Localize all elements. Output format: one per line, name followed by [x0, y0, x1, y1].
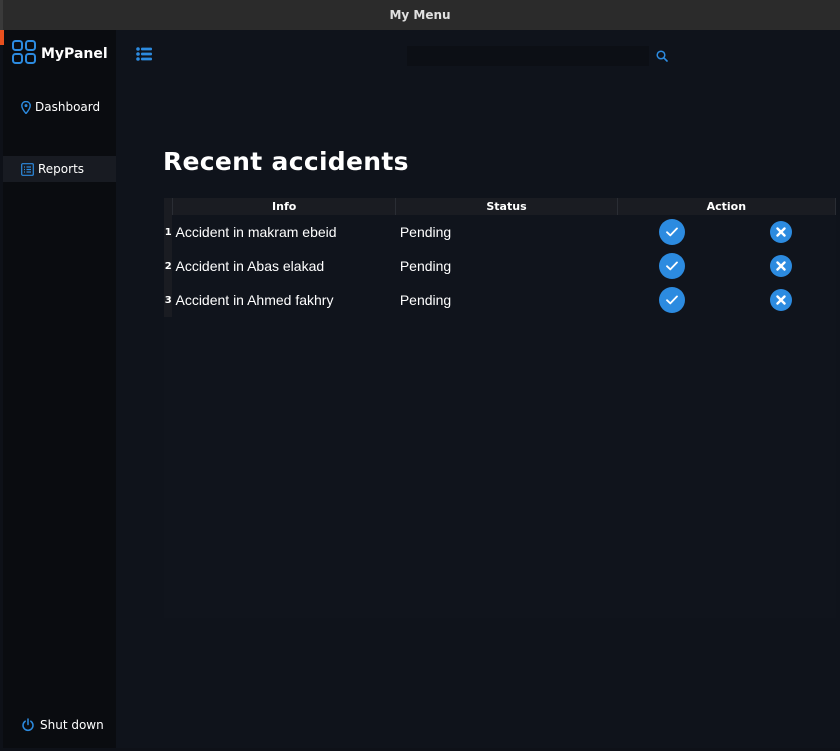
reject-cell	[726, 249, 835, 283]
approve-button[interactable]	[658, 253, 685, 279]
column-header-info: Info	[172, 198, 397, 215]
approve-cell	[617, 283, 726, 317]
close-icon	[776, 227, 786, 237]
close-icon	[776, 261, 786, 271]
table-row[interactable]: 2 Accident in Abas elakad Pending	[164, 249, 836, 283]
reject-cell	[726, 283, 835, 317]
checkmark-icon	[665, 261, 678, 271]
reject-button[interactable]	[769, 255, 792, 277]
checkmark-icon	[665, 295, 678, 305]
approve-cell	[617, 215, 726, 249]
row-status: Pending	[399, 224, 452, 240]
row-info: Accident in Ahmed fakhry	[175, 292, 334, 308]
titlebar-edge	[0, 0, 3, 30]
sidebar: MyPanel Dashboard Reports Shut down	[3, 30, 116, 748]
approve-button[interactable]	[658, 287, 685, 313]
list-icon	[21, 162, 34, 176]
accidents-table: Info Status Action 1 Accident in makram …	[164, 198, 837, 618]
reject-button[interactable]	[769, 289, 792, 311]
header-index-cell	[164, 198, 174, 215]
row-index: 3	[164, 283, 173, 317]
window-title: My Menu	[389, 8, 451, 22]
map-pin-icon	[21, 100, 31, 114]
table-header-row: Info Status Action	[164, 198, 837, 215]
shutdown-label: Shut down	[40, 718, 104, 732]
reject-cell	[726, 215, 835, 249]
brand-label: MyPanel	[41, 46, 108, 62]
column-header-status: Status	[395, 198, 618, 215]
column-header-action: Action	[617, 198, 837, 215]
sidebar-item-reports[interactable]: Reports	[3, 156, 116, 182]
reject-button[interactable]	[769, 221, 792, 243]
menu-toggle-icon[interactable]	[136, 46, 152, 65]
close-icon	[776, 295, 786, 305]
power-icon	[21, 718, 35, 732]
row-index: 2	[164, 249, 173, 283]
row-status: Pending	[399, 292, 452, 308]
row-status: Pending	[399, 258, 452, 274]
row-info: Accident in Abas elakad	[175, 258, 325, 274]
checkmark-icon	[665, 227, 678, 237]
search-icon[interactable]	[656, 47, 668, 66]
window-titlebar: My Menu	[0, 0, 840, 31]
grid-logo-icon	[12, 40, 36, 68]
sidebar-item-label: Dashboard	[35, 100, 101, 114]
search-input[interactable]	[407, 46, 649, 66]
row-index: 1	[164, 215, 173, 249]
table-row[interactable]: 3 Accident in Ahmed fakhry Pending	[164, 283, 836, 317]
sidebar-item-label: Reports	[38, 162, 85, 176]
window-edge-accent	[0, 30, 4, 45]
shutdown-button[interactable]: Shut down	[3, 712, 116, 738]
sidebar-item-dashboard[interactable]: Dashboard	[3, 94, 116, 120]
brand[interactable]: MyPanel	[12, 40, 108, 68]
page-title: Recent accidents	[163, 147, 409, 176]
row-info: Accident in makram ebeid	[175, 224, 337, 240]
approve-cell	[617, 249, 726, 283]
approve-button[interactable]	[658, 219, 685, 245]
table-row[interactable]: 1 Accident in makram ebeid Pending	[164, 215, 836, 249]
main-content: Recent accidents Info Status Action 1 Ac…	[116, 30, 840, 748]
